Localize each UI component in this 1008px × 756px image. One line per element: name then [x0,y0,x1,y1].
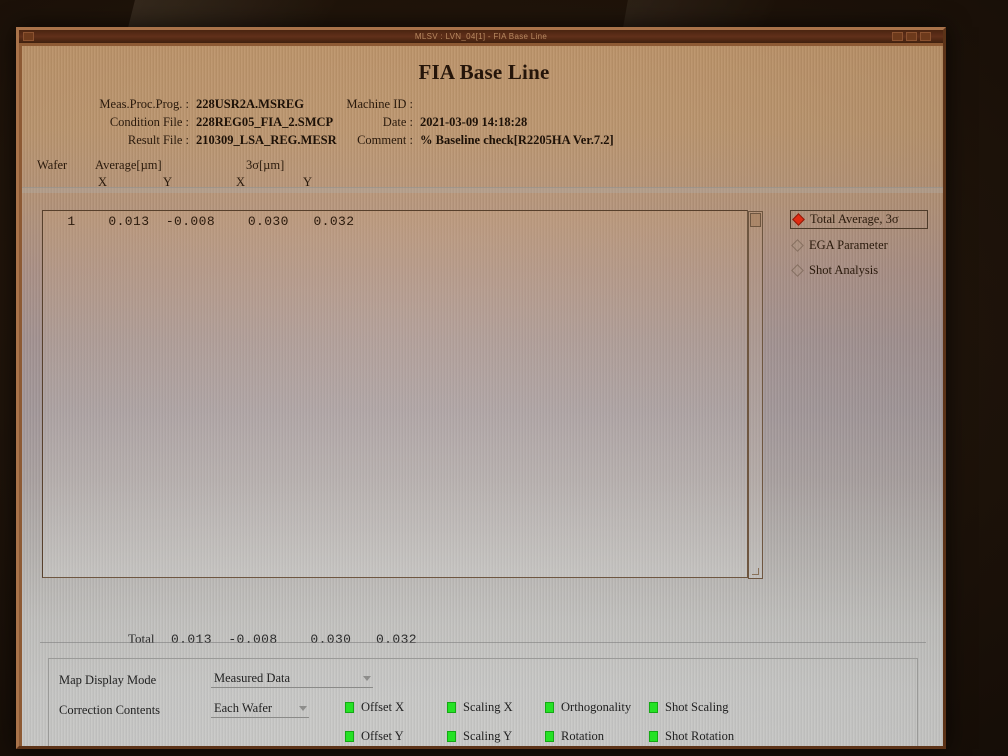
wafer-result-list[interactable]: 1 0.013 -0.008 0.030 0.032 [42,210,763,579]
checkbox-label-shot-rotation: Shot Rotation [665,729,735,743]
meas-proc-prog-label: Meas.Proc.Prog. : [99,97,189,111]
radio-shot-analysis[interactable]: Shot Analysis [790,262,928,279]
correction-contents-select[interactable]: Each Wafer [211,700,309,718]
meta-row-result-file: Result File : 210309_LSA_REG.MESR [44,131,344,149]
window-title-text: MLSV : LVN_04[1] - FIA Base Line [414,32,548,41]
column-header-wafer: Wafer [37,158,68,172]
checkbox-label-offset-x: Offset X [361,700,405,714]
checkbox-indicator-icon [447,731,456,742]
date-label: Date : [382,115,413,129]
checkbox-label-shot-scaling: Shot Scaling [665,700,729,714]
comment-value: % Baseline check[R2205HA Ver.7.2] [420,133,614,147]
radio-ega-parameter[interactable]: EGA Parameter [790,237,928,254]
page-title: FIA Base Line [418,60,550,84]
column-header-sigma: 3σ[µm] [246,158,285,172]
view-mode-radio-group[interactable]: Total Average, 3σ EGA Parameter Shot Ana… [790,210,928,287]
map-display-mode-label: Map Display Mode [59,673,157,687]
screen-content: FIA Base Line Meas.Proc.Prog. : 228USR2A… [22,46,943,746]
meta-row-condition-file: Condition File : 228REG05_FIA_2.SMCP [44,113,344,131]
radio-unselected-diamond-icon [791,239,804,252]
table-row[interactable]: 1 0.013 -0.008 0.030 0.032 [43,211,747,229]
meta-row-date: Date : 2021-03-09 14:18:28 [342,113,762,131]
checkbox-scaling-y[interactable]: Scaling Y [447,729,512,744]
settings-panel: Map Display Mode Correction Contents Mea… [48,658,918,746]
meta-row-comment: Comment : % Baseline check[R2205HA Ver.7… [342,131,762,149]
checkbox-offset-x[interactable]: Offset X [345,700,404,715]
machine-id-label: Machine ID : [346,97,413,111]
maximize-icon[interactable] [906,32,917,41]
meta-row-machine-id: Machine ID : [342,95,762,113]
checkbox-indicator-icon [447,702,456,713]
metadata-right-column: Machine ID : Date : 2021-03-09 14:18:28 … [342,95,762,149]
radio-unselected-diamond-icon [791,264,804,277]
total-summary-row: Total 0.013 -0.008 0.030 0.032 [46,616,417,662]
column-header-average: Average[µm] [95,158,162,172]
radio-label-ega-parameter: EGA Parameter [809,238,888,252]
checkbox-offset-y[interactable]: Offset Y [345,729,404,744]
checkbox-indicator-icon [545,702,554,713]
map-display-mode-value: Measured Data [214,671,291,685]
radio-selected-diamond-icon [792,213,805,226]
minimize-icon[interactable] [892,32,903,41]
checkbox-indicator-icon [649,731,658,742]
checkbox-label-orthogonality: Orthogonality [561,700,632,714]
meas-proc-prog-value: 228USR2A.MSREG [196,97,304,111]
checkbox-shot-rotation[interactable]: Shot Rotation [649,729,734,744]
chevron-down-icon [299,706,307,711]
checkbox-indicator-icon [345,702,354,713]
list-vertical-scrollbar[interactable] [748,211,763,579]
header-metadata: Meas.Proc.Prog. : 228USR2A.MSREG Conditi… [22,95,943,155]
checkbox-indicator-icon [649,702,658,713]
total-label: Total [128,631,155,646]
total-values: 0.013 -0.008 0.030 0.032 [154,632,417,647]
map-display-mode-select[interactable]: Measured Data [211,670,373,688]
checkbox-orthogonality[interactable]: Orthogonality [545,700,631,715]
meta-row-meas-proc-prog: Meas.Proc.Prog. : 228USR2A.MSREG [44,95,344,113]
checkbox-indicator-icon [545,731,554,742]
checkbox-shot-scaling[interactable]: Shot Scaling [649,700,729,715]
section-divider [40,642,926,643]
chevron-down-icon [363,676,371,681]
checkbox-label-scaling-y: Scaling Y [463,729,513,743]
checkbox-label-rotation: Rotation [561,729,605,743]
close-icon[interactable] [920,32,931,41]
checkbox-rotation[interactable]: Rotation [545,729,604,744]
resize-grip-icon [752,568,759,575]
application-window: MLSV : LVN_04[1] - FIA Base Line FIA Bas… [16,27,946,749]
scrollbar-thumb[interactable] [750,213,761,227]
checkbox-label-scaling-x: Scaling X [463,700,513,714]
correction-contents-value: Each Wafer [214,701,273,715]
checkbox-scaling-x[interactable]: Scaling X [447,700,513,715]
checkbox-indicator-icon [345,731,354,742]
radio-label-total-average: Total Average, 3σ [810,212,899,226]
metadata-left-column: Meas.Proc.Prog. : 228USR2A.MSREG Conditi… [44,95,344,149]
result-file-label: Result File : [127,133,189,147]
condition-file-value: 228REG05_FIA_2.SMCP [196,115,334,129]
status-strip [22,187,943,193]
date-value: 2021-03-09 14:18:28 [420,115,528,129]
monitor-photo-background: MLSV : LVN_04[1] - FIA Base Line FIA Bas… [0,0,1008,756]
window-titlebar[interactable]: MLSV : LVN_04[1] - FIA Base Line [19,30,943,43]
checkbox-label-offset-y: Offset Y [361,729,404,743]
correction-contents-label: Correction Contents [59,703,161,717]
system-menu-icon[interactable] [23,32,34,41]
radio-label-shot-analysis: Shot Analysis [809,263,879,277]
radio-total-average-3sigma[interactable]: Total Average, 3σ [790,210,928,229]
comment-label: Comment : [357,133,413,147]
result-file-value: 210309_LSA_REG.MESR [196,133,337,147]
condition-file-label: Condition File : [109,115,189,129]
